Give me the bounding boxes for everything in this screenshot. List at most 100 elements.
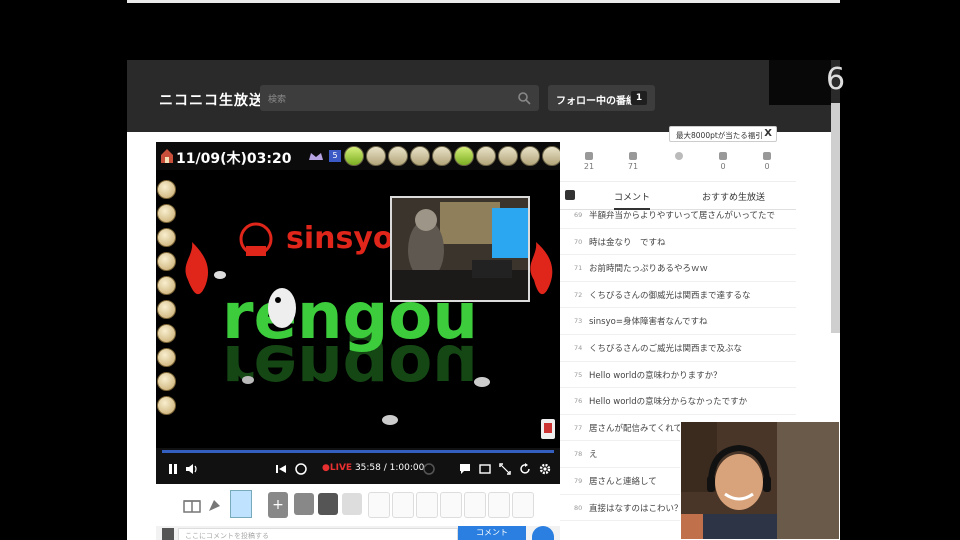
empty-slot[interactable] — [368, 492, 390, 518]
comment-text: お前時間たっぷりあるやろｗｗ — [589, 264, 709, 275]
emblem-icon[interactable] — [498, 146, 518, 166]
comment-row[interactable]: 69 半額弁当からよりやすいって居さんがいってたで — [560, 202, 796, 229]
ad-stat[interactable] — [664, 152, 694, 162]
site-logo[interactable]: ニコニコ生放送 — [159, 90, 264, 110]
reload-icon[interactable] — [518, 462, 532, 476]
theater-mode-icon[interactable] — [478, 462, 492, 476]
emblem-icon[interactable] — [388, 146, 408, 166]
live-dot-icon: ● — [322, 463, 330, 473]
comment-row[interactable]: 74 くちびるさんのご威光は関西まで及ぶな — [560, 335, 796, 362]
comment-number: 78 — [574, 450, 583, 459]
pause-icon[interactable] — [166, 462, 180, 476]
emblem-icon[interactable] — [157, 324, 176, 343]
empty-slot[interactable] — [488, 492, 510, 518]
cracker-icon[interactable] — [206, 494, 226, 514]
skip-back-icon[interactable] — [274, 462, 288, 476]
emblem-icon[interactable] — [157, 252, 176, 271]
elapsed-time: 35:58 — [354, 463, 381, 473]
room-camera-image — [392, 198, 528, 300]
right-dark-panel — [769, 60, 831, 105]
lottery-tooltip-text: 最大8000ptが当たる福引 — [676, 131, 763, 140]
emblem-icon[interactable] — [410, 146, 430, 166]
emblem-icon[interactable] — [454, 146, 474, 166]
live-label: LIVE — [329, 463, 353, 473]
top-emblem-row — [344, 146, 584, 166]
comment-row[interactable]: 71 お前時間たっぷりあるやろｗｗ — [560, 255, 796, 282]
house-icon — [161, 149, 173, 163]
comment-toggle-icon[interactable] — [458, 462, 472, 476]
comment-number: 76 — [574, 397, 583, 406]
gift-icon[interactable] — [182, 494, 202, 514]
empty-slot[interactable] — [512, 492, 534, 518]
page-scrollbar[interactable] — [831, 103, 840, 333]
settings-gear-icon[interactable] — [538, 462, 552, 476]
empty-slot[interactable] — [464, 492, 486, 518]
gift-point-stat[interactable]: 0 — [708, 152, 738, 171]
art-text-top: sinsyo — [286, 221, 394, 256]
add-item-button[interactable]: + — [268, 492, 288, 518]
following-programs-button[interactable]: フォロー中の番組 1 — [548, 85, 655, 111]
emblem-icon[interactable] — [157, 276, 176, 295]
fullscreen-icon[interactable] — [498, 462, 512, 476]
seek-bar[interactable] — [162, 450, 554, 453]
comment-number: 72 — [574, 290, 583, 299]
item-icon[interactable] — [318, 493, 338, 515]
comment-submit-button[interactable]: コメント — [458, 526, 526, 540]
comment-option-icon[interactable] — [162, 528, 174, 540]
comment-row[interactable]: 76 Hello worldの意味分からなかったですか — [560, 388, 796, 415]
viewer-count: 21 — [574, 152, 604, 171]
tooltip-close-button[interactable]: X — [764, 128, 772, 139]
comment-row[interactable]: 75 Hello worldの意味わかりますか？ — [560, 362, 796, 389]
comment-number: 79 — [574, 476, 583, 485]
comment-number: 73 — [574, 317, 583, 326]
viewer-icon — [585, 152, 593, 160]
search-box[interactable]: 検索 — [260, 85, 539, 111]
emblem-icon[interactable] — [344, 146, 364, 166]
comment-input[interactable]: ここにコメントを投稿する — [178, 528, 458, 540]
comment-text: Hello worldの意味分からなかったですか — [589, 397, 748, 408]
comment-text: 半額弁当からよりやすいって居さんがいってたで — [589, 211, 775, 221]
gift-bar: + — [156, 484, 560, 526]
emblem-icon[interactable] — [476, 146, 496, 166]
search-input[interactable]: 検索 — [268, 92, 286, 105]
empty-slot[interactable] — [440, 492, 462, 518]
item-icon[interactable] — [342, 493, 362, 515]
emoji-icon[interactable] — [532, 526, 554, 540]
emblem-icon[interactable] — [366, 146, 386, 166]
comment-number: 74 — [574, 343, 583, 352]
emblem-icon[interactable] — [157, 228, 176, 247]
empty-slot[interactable] — [392, 492, 414, 518]
emblem-icon[interactable] — [157, 180, 176, 199]
emblem-icon[interactable] — [157, 372, 176, 391]
emblem-icon[interactable] — [520, 146, 540, 166]
timeshift-icon[interactable] — [422, 462, 436, 476]
video-player[interactable]: 11/09(木)03:20 5 sinsyo rengou rengou ●LI… — [156, 142, 584, 484]
comment-number: 69 — [574, 211, 583, 219]
empty-slot[interactable] — [416, 492, 438, 518]
comment-text: 時は金なり ですね — [589, 237, 666, 248]
emblem-icon[interactable] — [157, 204, 176, 223]
art-reflection: rengou — [222, 330, 478, 404]
search-icon[interactable] — [517, 91, 531, 105]
gift-box-stat[interactable]: 0 — [752, 152, 782, 171]
comment-number: 70 — [574, 237, 583, 246]
comment-row[interactable]: 70 時は金なり ですね — [560, 229, 796, 256]
emblem-icon[interactable] — [157, 300, 176, 319]
emblem-icon[interactable] — [157, 348, 176, 367]
volume-icon[interactable] — [184, 462, 198, 476]
emblem-icon[interactable] — [432, 146, 452, 166]
nicoad-icon[interactable] — [230, 490, 252, 518]
comment-row[interactable]: 72 くちびるさんの御威光は関西まで達するな — [560, 282, 796, 309]
phone-icon[interactable] — [540, 418, 556, 440]
comment-count-value: 71 — [627, 162, 639, 171]
art-text-main-reflection: rengou — [222, 330, 478, 404]
item-icon[interactable] — [294, 493, 314, 515]
emblem-icon[interactable] — [542, 146, 562, 166]
stats-row: 21 71 0 0 — [560, 142, 796, 182]
comment-number: 77 — [574, 423, 583, 432]
webcam-overlay — [680, 421, 840, 540]
replay-icon[interactable] — [294, 462, 308, 476]
comment-text: くちびるさんのご威光は関西まで及ぶな — [589, 343, 743, 354]
emblem-icon[interactable] — [157, 396, 176, 415]
comment-row[interactable]: 73 sinsyo=身体障害者なんですね — [560, 308, 796, 335]
